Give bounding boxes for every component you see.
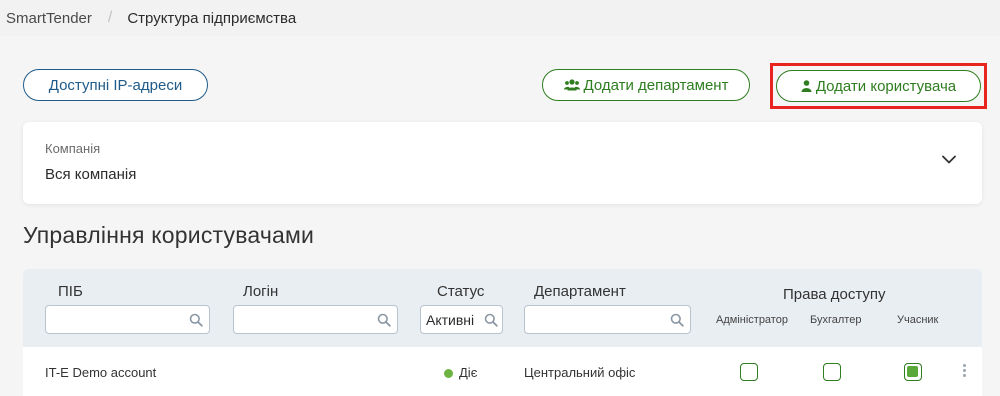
company-label: Компанія bbox=[45, 141, 101, 156]
login-filter-input[interactable] bbox=[234, 306, 397, 333]
users-icon bbox=[563, 79, 580, 91]
search-icon[interactable] bbox=[189, 313, 203, 327]
department-filter-input[interactable] bbox=[525, 306, 690, 333]
add-department-label: Додати департамент bbox=[583, 76, 729, 94]
status-active-dot bbox=[444, 369, 453, 378]
rights-participant-label: Учасник bbox=[897, 314, 939, 326]
status-filter bbox=[420, 305, 503, 334]
section-title: Управління користувачами bbox=[23, 222, 315, 248]
top-bar: SmartTender / Структура підприємства bbox=[0, 0, 1000, 36]
table-row: IT-E Demo account Діє Центральний офіс bbox=[23, 347, 982, 396]
column-login-title: Логін bbox=[243, 283, 279, 300]
column-status-title: Статус bbox=[437, 283, 485, 300]
page-title: Структура підприємства bbox=[127, 9, 297, 27]
add-user-button[interactable]: Додати користувача bbox=[776, 70, 981, 102]
breadcrumb-root[interactable]: SmartTender bbox=[6, 10, 92, 27]
participant-checkbox[interactable] bbox=[904, 363, 922, 381]
rights-admin-label: Адміністратор bbox=[716, 314, 788, 326]
access-rights-title: Права доступу bbox=[783, 286, 886, 303]
admin-checkbox[interactable] bbox=[740, 363, 758, 381]
search-icon[interactable] bbox=[670, 313, 684, 327]
available-ip-addresses-label: Доступні IP-адреси bbox=[48, 76, 183, 94]
name-filter-input[interactable] bbox=[46, 306, 209, 333]
rights-accountant-label: Бухгалтер bbox=[810, 314, 862, 326]
department-filter bbox=[524, 305, 691, 334]
column-department-title: Департамент bbox=[534, 283, 626, 300]
user-department: Центральний офіс bbox=[524, 365, 636, 380]
users-table-header: ПІБ Логін Статус Департамент Права досту… bbox=[23, 269, 982, 347]
breadcrumb-separator: / bbox=[107, 9, 113, 26]
chevron-down-icon[interactable] bbox=[942, 155, 956, 164]
search-icon[interactable] bbox=[484, 313, 498, 327]
available-ip-addresses-button[interactable]: Доступні IP-адреси bbox=[23, 69, 208, 101]
column-name-title: ПІБ bbox=[58, 283, 83, 300]
user-name[interactable]: IT-E Demo account bbox=[45, 365, 156, 380]
row-menu-icon[interactable] bbox=[959, 364, 969, 380]
company-selector[interactable]: Компанія Вся компанія bbox=[23, 122, 982, 204]
name-filter bbox=[45, 305, 210, 334]
login-filter bbox=[233, 305, 398, 334]
user-status: Діє bbox=[459, 365, 478, 380]
user-icon bbox=[801, 80, 812, 92]
accountant-checkbox[interactable] bbox=[823, 363, 841, 381]
add-department-button[interactable]: Додати департамент bbox=[542, 69, 750, 101]
search-icon[interactable] bbox=[377, 313, 391, 327]
add-user-label: Додати користувача bbox=[815, 77, 957, 95]
company-value: Вся компанія bbox=[45, 166, 137, 183]
